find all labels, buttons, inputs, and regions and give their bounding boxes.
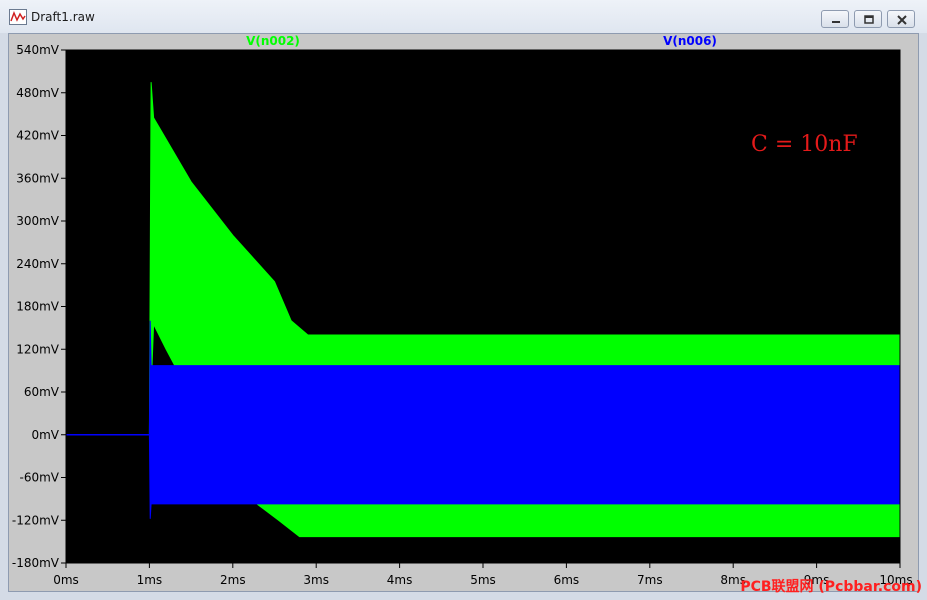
y-tick-label: 480mV (16, 86, 60, 100)
capacitance-annotation: C = 10nF (751, 132, 858, 157)
y-tick-label: -120mV (12, 513, 60, 527)
y-tick-label: 180mV (16, 300, 60, 314)
x-tick-label: 4ms (387, 573, 413, 587)
x-tick-label: 1ms (137, 573, 163, 587)
x-tick-label: 3ms (303, 573, 329, 587)
x-tick-label: 0ms (53, 573, 79, 587)
y-tick-label: 120mV (16, 342, 60, 356)
y-tick-label: -60mV (20, 471, 60, 485)
waveform-viewer-window: Draft1.raw 540mV 480mV 420mV 360mV 300mV 240m… (0, 0, 927, 600)
y-tick-label: 240mV (16, 257, 60, 271)
x-tick-label: 5ms (470, 573, 496, 587)
y-tick-label: 420mV (16, 129, 60, 143)
series-label-n006[interactable]: V(n006) (663, 34, 717, 48)
x-tick-label: 6ms (554, 573, 580, 587)
x-tick-label: 7ms (637, 573, 663, 587)
series-label-n002[interactable]: V(n002) (246, 34, 300, 48)
y-tick-label: 60mV (24, 385, 60, 399)
x-tick-label: 2ms (220, 573, 246, 587)
y-tick-label: 0mV (31, 428, 59, 442)
y-tick-label: -180mV (12, 556, 60, 570)
y-tick-label: 300mV (16, 214, 60, 228)
y-tick-label: 540mV (16, 43, 60, 57)
watermark-text: PCB联盟网 (Pcbbar.com) (740, 579, 922, 595)
y-tick-label: 360mV (16, 171, 60, 185)
waveform-chart[interactable]: 540mV 480mV 420mV 360mV 300mV 240mV 180mV 120mV… (0, 0, 927, 600)
